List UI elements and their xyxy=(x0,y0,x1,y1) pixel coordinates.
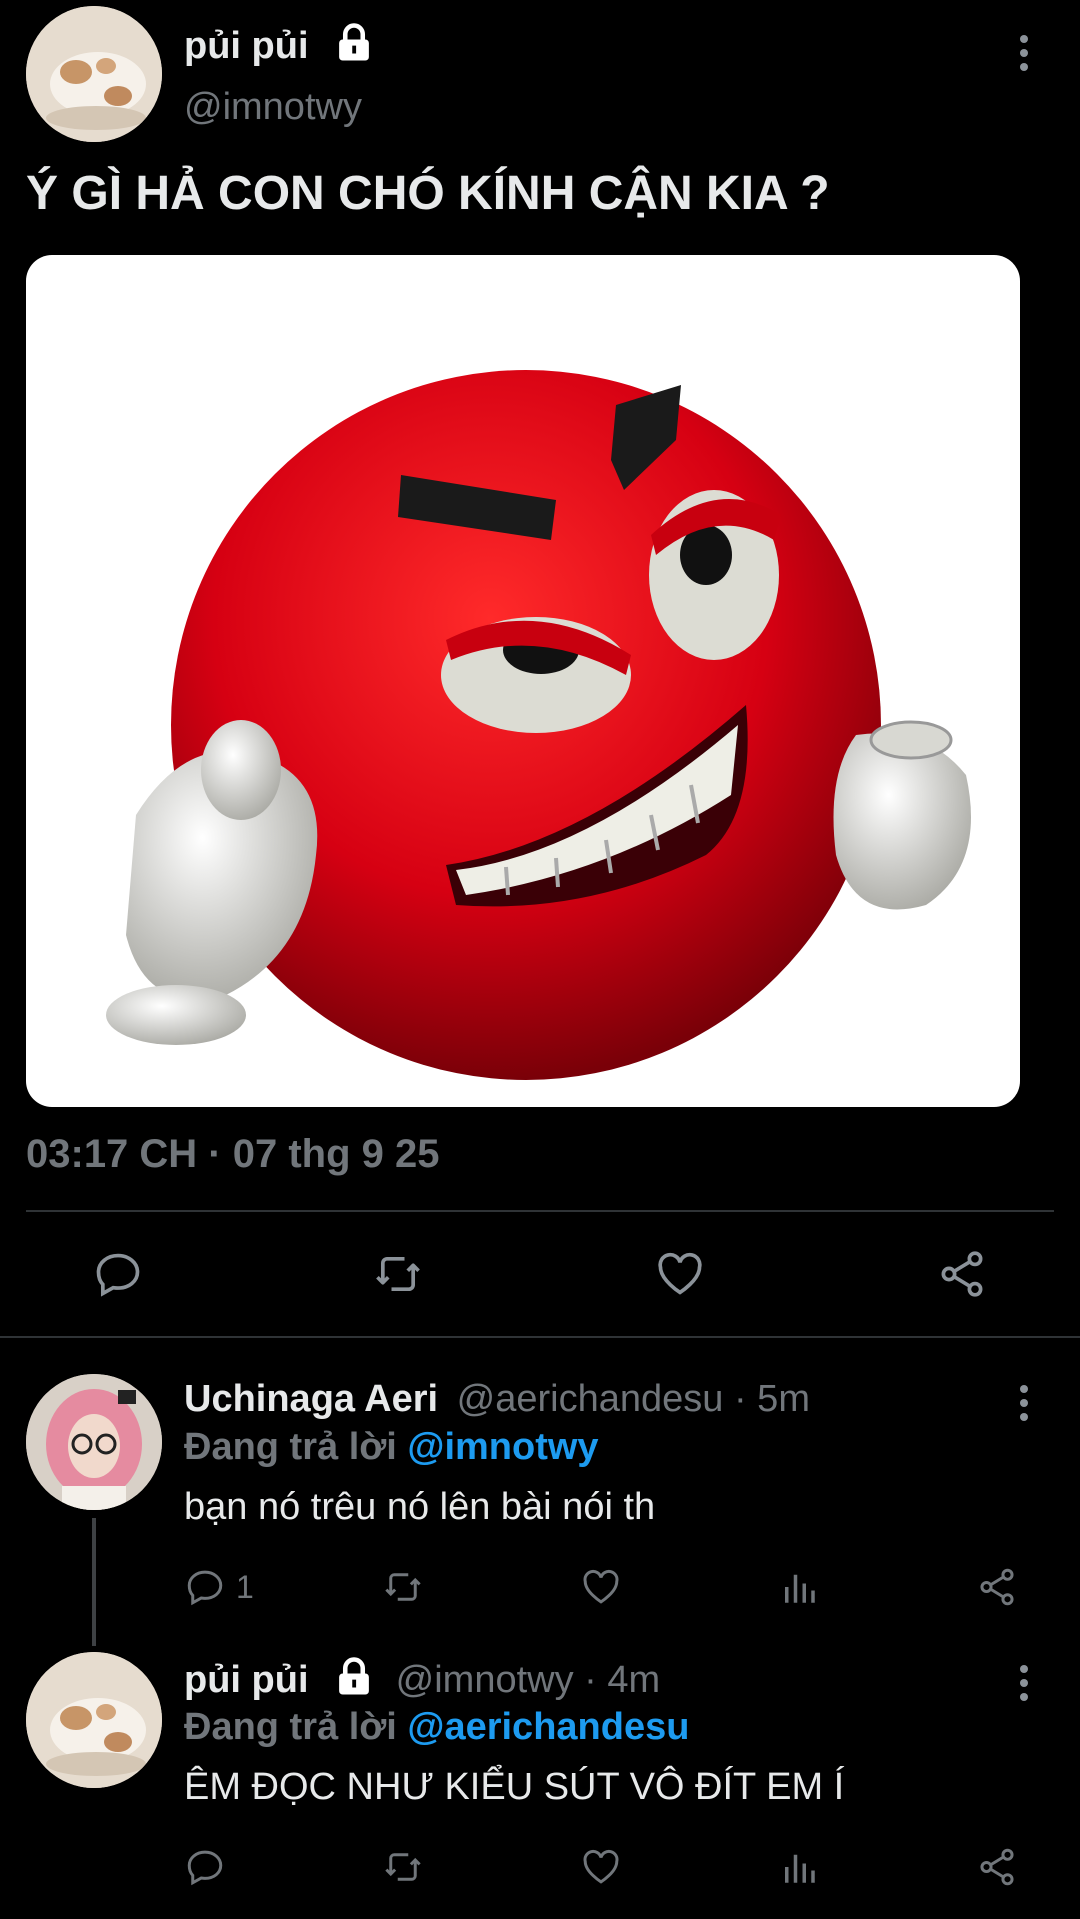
replying-prefix: Đang trả lời xyxy=(184,1706,408,1748)
more-options-icon[interactable] xyxy=(1014,1382,1034,1422)
reply-icon xyxy=(184,1566,226,1608)
replying-to-mention[interactable]: @aerichandesu xyxy=(407,1706,689,1748)
tweet-text: Ý GÌ HẢ CON CHÓ KÍNH CẬN KIA ? xyxy=(26,167,830,220)
share-icon[interactable] xyxy=(976,1846,1018,1888)
reply-icon[interactable] xyxy=(184,1846,226,1888)
reply-display-name[interactable]: pủi pủi xyxy=(184,1659,309,1701)
like-icon[interactable] xyxy=(580,1566,622,1608)
like-icon[interactable] xyxy=(580,1846,622,1888)
reply-text: ÊM ĐỌC NHƯ KIỂU SÚT VÔ ĐÍT EM Í xyxy=(184,1766,845,1808)
retweet-icon[interactable] xyxy=(382,1566,424,1608)
reply-meta[interactable]: @imnotwy · 4m xyxy=(396,1659,661,1701)
author-avatar[interactable] xyxy=(26,6,162,142)
reply-header: pủi pủi @imnotwy · 4m xyxy=(184,1656,660,1708)
replying-prefix: Đang trả lời xyxy=(184,1426,408,1468)
thread-line xyxy=(92,1518,96,1646)
reply-display-name[interactable]: Uchinaga Aeri xyxy=(184,1378,438,1420)
reply-header: Uchinaga Aeri @aerichandesu · 5m xyxy=(184,1378,810,1421)
views-icon[interactable] xyxy=(778,1846,820,1888)
share-icon[interactable] xyxy=(936,1248,988,1300)
author-display-name[interactable]: pủi pủi xyxy=(184,22,375,74)
reply-icon[interactable] xyxy=(92,1248,144,1300)
share-icon[interactable] xyxy=(976,1566,1018,1608)
reply-count: 1 xyxy=(236,1568,254,1605)
author-handle[interactable]: @imnotwy xyxy=(184,86,362,129)
display-name-text: pủi pủi xyxy=(184,25,309,68)
tweet-image[interactable] xyxy=(26,255,1020,1107)
retweet-icon[interactable] xyxy=(372,1248,424,1300)
replying-to-mention[interactable]: @imnotwy xyxy=(407,1426,598,1468)
reply-action[interactable]: 1 xyxy=(184,1566,254,1608)
angry-red-emoji-image xyxy=(106,370,971,1080)
divider xyxy=(26,1210,1054,1212)
replying-to-line: Đang trả lời @aerichandesu xyxy=(184,1706,689,1749)
more-options-icon[interactable] xyxy=(1014,32,1034,72)
section-divider xyxy=(0,1336,1080,1338)
reply-text: bạn nó trêu nó lên bài nói th xyxy=(184,1486,656,1528)
like-icon[interactable] xyxy=(654,1248,706,1300)
reply-avatar-uchinaga-aeri[interactable] xyxy=(26,1374,162,1510)
lock-icon xyxy=(333,1656,375,1708)
more-options-icon[interactable] xyxy=(1014,1662,1034,1702)
tweet-timestamp: 03:17 CH · 07 thg 9 25 xyxy=(26,1132,440,1176)
retweet-icon[interactable] xyxy=(382,1846,424,1888)
reply-meta[interactable]: @aerichandesu · 5m xyxy=(457,1378,810,1420)
reply-avatar-pui-pui[interactable] xyxy=(26,1652,162,1788)
views-icon[interactable] xyxy=(778,1566,820,1608)
lock-icon xyxy=(333,22,375,74)
replying-to-line: Đang trả lời @imnotwy xyxy=(184,1426,599,1469)
